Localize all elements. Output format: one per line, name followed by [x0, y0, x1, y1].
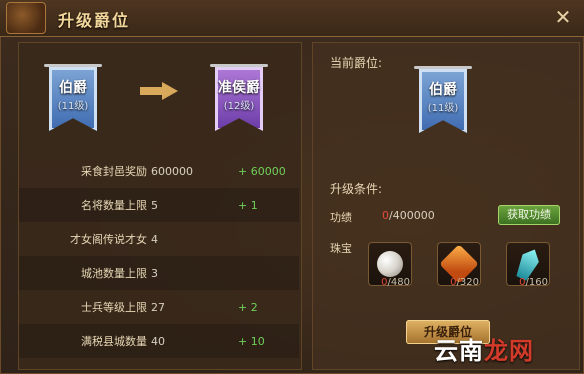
upgrade-rank-window: 升级爵位 ✕ 伯爵 (11级) 准侯爵 (12级) 采食封邑奖励 600000 …	[0, 0, 584, 374]
stat-label: 才女阁传说才女	[70, 233, 147, 246]
stat-row: 士兵等级上限 27 + 2	[19, 290, 299, 324]
jewels-label: 珠宝	[330, 242, 352, 255]
stat-label: 士兵等级上限	[81, 301, 147, 314]
close-icon[interactable]: ✕	[552, 6, 574, 28]
stat-label: 城池数量上限	[81, 267, 147, 280]
stat-bonus: + 2	[238, 300, 258, 314]
stat-bonus: + 1	[238, 198, 258, 212]
current-rank-level: (11级)	[57, 101, 89, 112]
amber-count: 0/320	[450, 277, 479, 288]
banner-pole	[44, 64, 102, 67]
stat-value: 4	[151, 232, 158, 246]
watermark-logo: 云南龙网	[434, 337, 534, 365]
current-rank-name: 伯爵	[429, 82, 457, 98]
merit-label: 功绩	[330, 211, 352, 224]
stat-bonus: + 60000	[238, 164, 286, 178]
stat-value: 5	[151, 198, 158, 212]
next-rank-level: (12级)	[223, 101, 255, 112]
stat-row: 满税县城数量 40 + 10	[19, 324, 299, 358]
game-emblem-icon	[6, 2, 46, 34]
stat-row: 才女阁传说才女 4	[19, 222, 299, 256]
banner-pole	[210, 64, 268, 67]
stat-bonus: + 10	[238, 334, 265, 348]
arrow-right-icon	[140, 82, 180, 100]
merit-current: 0	[382, 209, 389, 222]
upgrade-conditions-heading: 升级条件:	[330, 182, 383, 196]
stat-value: 3	[151, 266, 158, 280]
stat-label: 采食封邑奖励	[81, 165, 147, 178]
stat-value: 600000	[151, 164, 193, 178]
pearl-count: 0/480	[381, 277, 410, 288]
next-rank-name: 准侯爵	[218, 80, 260, 96]
current-rank-name: 伯爵	[59, 80, 87, 96]
current-rank-heading: 当前爵位:	[330, 56, 383, 70]
stat-row: 名将数量上限 5 + 1	[19, 188, 299, 222]
current-rank-level: (11级)	[427, 103, 459, 114]
stat-value: 40	[151, 334, 165, 348]
stat-label: 满税县城数量	[81, 335, 147, 348]
crystal-count: 0/160	[519, 277, 548, 288]
stat-value: 27	[151, 300, 165, 314]
get-merit-button[interactable]: 获取功绩	[498, 205, 560, 225]
title-bar: 升级爵位 ✕	[0, 0, 584, 37]
merit-progress: 0/400000	[382, 209, 435, 222]
banner-pole	[414, 66, 472, 69]
window-title: 升级爵位	[58, 11, 131, 30]
stat-row: 城池数量上限 3	[19, 256, 299, 290]
stat-label: 名将数量上限	[81, 199, 147, 212]
merit-required: /400000	[389, 209, 435, 222]
stat-row: 采食封邑奖励 600000 + 60000	[19, 154, 299, 188]
